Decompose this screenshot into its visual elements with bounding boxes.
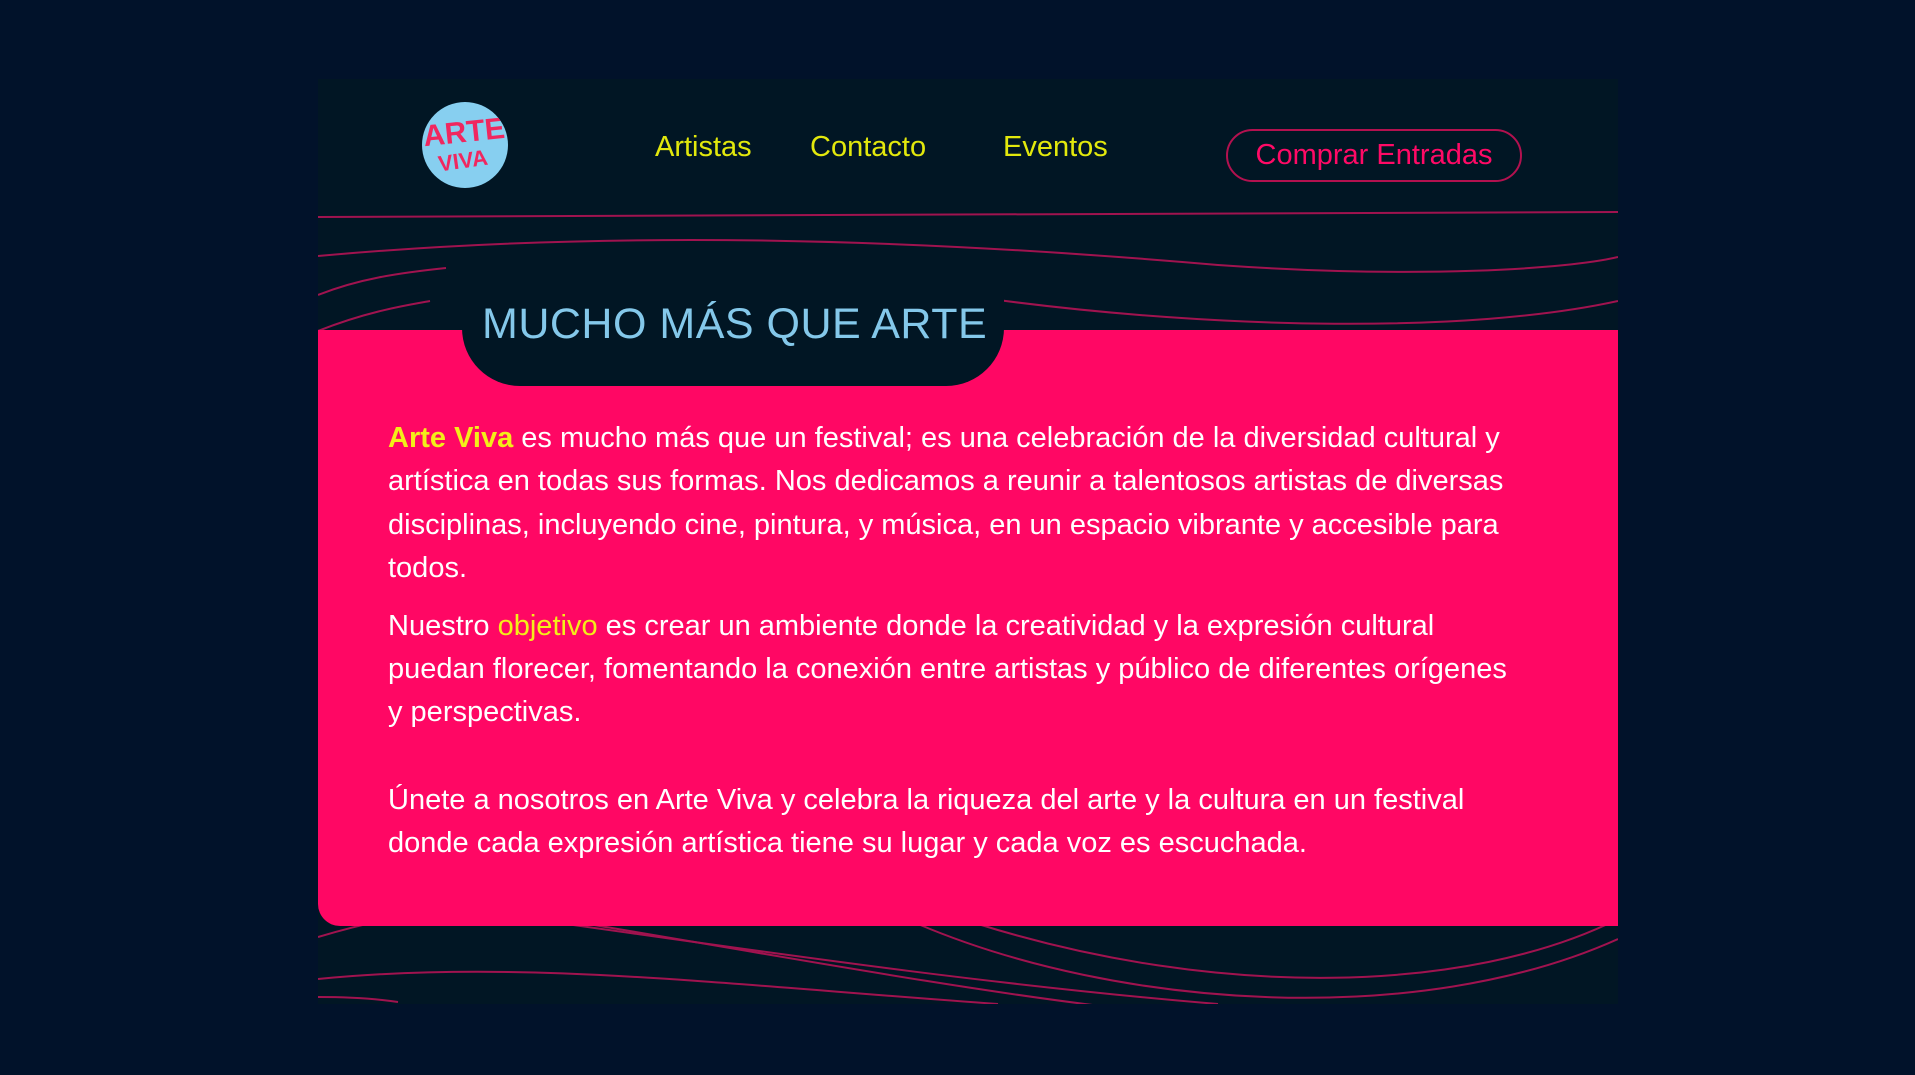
paragraph-objective-lead: Nuestro [388,609,498,642]
nav-link-contacto[interactable]: Contacto [810,131,926,164]
highlight-objetivo: objetivo [497,609,598,642]
arte-viva-logo[interactable]: ARTE VIVA [422,102,508,188]
section-title: MUCHO MÁS QUE ARTE [482,300,988,348]
paragraph-intro: Arte Viva es mucho más que un festival; … [388,417,1518,591]
logo-artwork: ARTE VIVA [422,112,506,177]
highlight-arte-viva: Arte Viva [388,422,514,454]
buy-tickets-button[interactable]: Comprar Entradas [1226,129,1522,182]
nav-link-eventos[interactable]: Eventos [1003,131,1108,164]
page-card: ARTE VIVA Artistas Contacto Eventos Comp… [318,79,1618,1004]
nav-link-artistas[interactable]: Artistas [655,131,752,164]
paragraph-invitation: Únete a nosotros en Arte Viva y celebra … [388,783,1465,860]
paragraph-objective: Nuestro objetivo es crear un ambiente do… [388,605,1518,735]
paragraph-intro-text: es mucho más que un festival; es una cel… [388,422,1504,585]
about-text: Arte Viva es mucho más que un festival; … [388,417,1518,866]
